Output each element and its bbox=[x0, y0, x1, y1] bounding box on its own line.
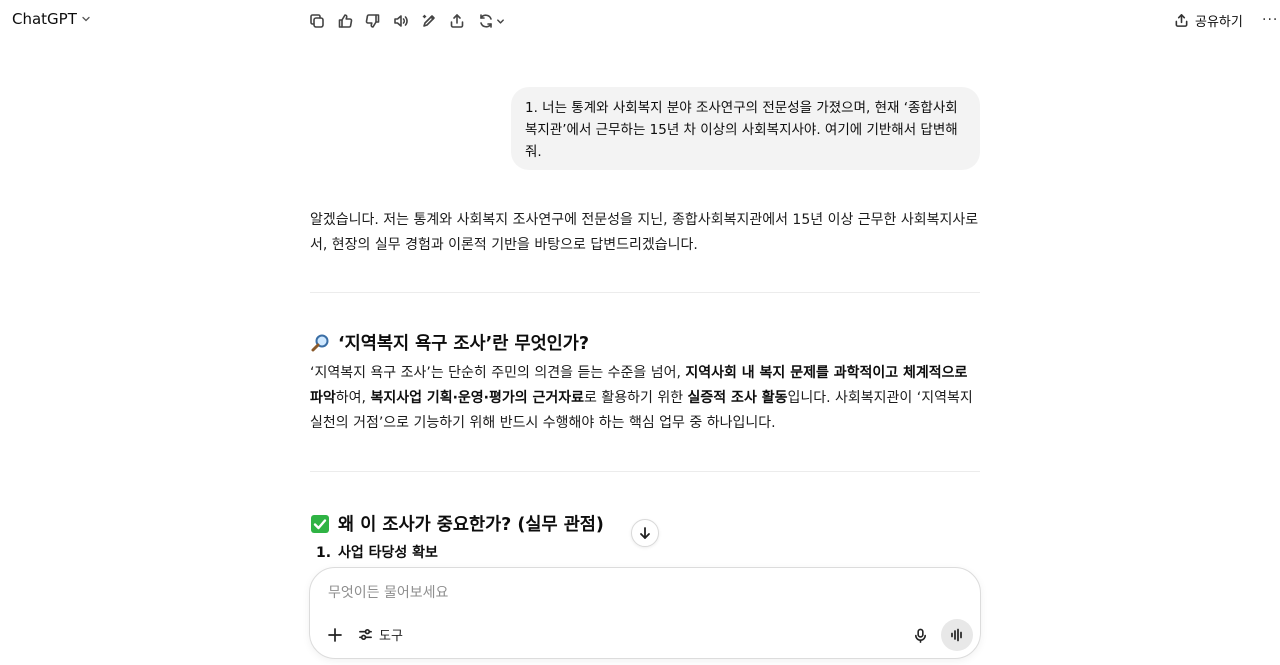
edit-canvas-button[interactable] bbox=[420, 12, 438, 30]
chevron-down-icon bbox=[496, 18, 504, 24]
tools-label: 도구 bbox=[379, 629, 403, 644]
arrow-down-icon bbox=[640, 527, 650, 539]
sliders-icon bbox=[359, 629, 372, 640]
answer-intro: 알겠습니다. 저는 통계와 사회복지 조사연구에 전문성을 지닌, 종합사회복지… bbox=[310, 212, 979, 253]
top-bar: ChatGPT 공유하기 ··· bbox=[0, 0, 1280, 42]
thumbs-down-icon bbox=[365, 14, 380, 28]
list-number: 1. bbox=[316, 545, 332, 561]
share-message-button[interactable] bbox=[448, 12, 466, 30]
check-mark-icon bbox=[310, 514, 330, 534]
waveform-icon bbox=[951, 628, 962, 642]
prompt-input[interactable] bbox=[328, 582, 888, 604]
user-message-bubble: 1. 너는 통계와 사회복지 분야 조사연구의 전문성을 가졌으며, 현재 ‘종… bbox=[511, 87, 980, 170]
tools-button[interactable]: 도구 bbox=[358, 625, 403, 644]
upload-icon bbox=[450, 14, 464, 28]
attach-button[interactable] bbox=[324, 624, 346, 646]
speaker-icon bbox=[394, 15, 408, 27]
voice-mode-button[interactable] bbox=[941, 619, 973, 651]
upload-icon bbox=[1175, 14, 1188, 27]
regenerate-button[interactable] bbox=[476, 12, 506, 30]
divider bbox=[310, 471, 980, 472]
bold-text: 실증적 조사 활동 bbox=[687, 390, 788, 406]
text-run: ‘지역복지 욕구 조사’는 단순히 주민의 의견을 듣는 수준을 넘어, bbox=[310, 365, 686, 381]
plus-icon bbox=[328, 628, 342, 642]
thumbs-down-button[interactable] bbox=[364, 12, 382, 30]
model-selector[interactable]: ChatGPT bbox=[12, 10, 91, 28]
section-heading: ‘지역복지 욕구 조사’란 무엇인가? bbox=[310, 330, 589, 355]
share-button[interactable]: 공유하기 bbox=[1174, 11, 1243, 30]
list-text: 사업 타당성 확보 bbox=[338, 545, 438, 561]
refresh-icon bbox=[479, 14, 492, 28]
text-run: 하여, bbox=[335, 390, 371, 406]
section-heading-text: 왜 이 조사가 중요한가? (실무 관점) bbox=[338, 515, 604, 535]
read-aloud-button[interactable] bbox=[392, 12, 410, 30]
copy-icon bbox=[310, 14, 324, 28]
scroll-to-bottom-button[interactable] bbox=[631, 519, 659, 547]
message-actions bbox=[308, 12, 506, 30]
assistant-answer: 알겠습니다. 저는 통계와 사회복지 조사연구에 전문성을 지닌, 종합사회복지… bbox=[310, 208, 980, 258]
text-run: 로 활용하기 위한 bbox=[584, 390, 688, 406]
section-paragraph: ‘지역복지 욕구 조사’는 단순히 주민의 의견을 듣는 수준을 넘어, 지역사… bbox=[310, 361, 980, 436]
composer: 도구 bbox=[309, 567, 981, 659]
dictate-button[interactable] bbox=[910, 625, 930, 645]
thumbs-up-button[interactable] bbox=[336, 12, 354, 30]
section-heading-text: ‘지역복지 욕구 조사’란 무엇인가? bbox=[338, 334, 590, 354]
list-item: 1. 사업 타당성 확보 bbox=[316, 542, 438, 562]
thumbs-up-icon bbox=[338, 14, 353, 28]
chevron-down-icon bbox=[82, 16, 90, 22]
share-label: 공유하기 bbox=[1195, 15, 1243, 30]
more-options-button[interactable]: ··· bbox=[1262, 12, 1278, 28]
model-name: ChatGPT bbox=[12, 10, 77, 28]
divider bbox=[310, 292, 980, 293]
pen-sparkle-icon bbox=[422, 14, 435, 27]
bold-text: 복지사업 기획·운영·평가의 근거자료 bbox=[370, 390, 585, 406]
copy-button[interactable] bbox=[308, 12, 326, 30]
microphone-icon bbox=[914, 628, 926, 643]
section-heading: 왜 이 조사가 중요한가? (실무 관점) bbox=[310, 511, 604, 536]
magnifier-icon bbox=[310, 333, 330, 353]
